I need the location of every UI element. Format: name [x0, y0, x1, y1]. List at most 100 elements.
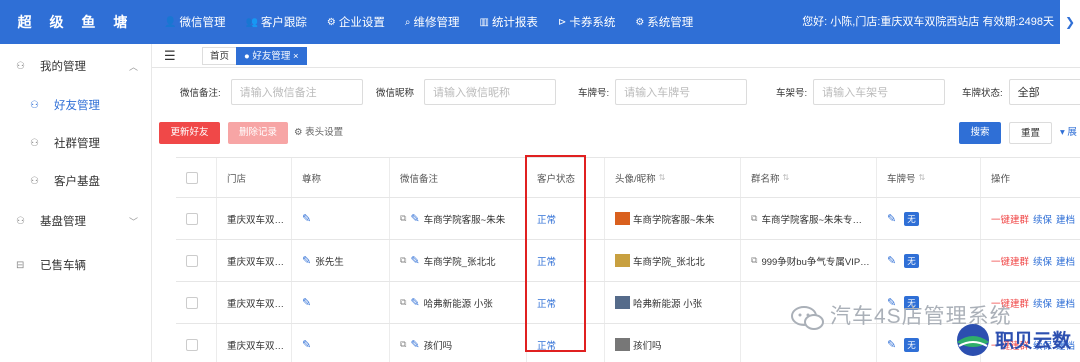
- edit-icon[interactable]: ✎: [410, 254, 419, 267]
- repair-icon: ⌕: [404, 16, 411, 28]
- edit-icon[interactable]: ✎: [887, 254, 896, 267]
- col-plate[interactable]: 车牌号 ⇅: [876, 158, 980, 197]
- col-avatar-nickname[interactable]: 头像/昵称 ⇅: [604, 158, 740, 197]
- base-icon: ⚇: [16, 215, 25, 227]
- copy-icon[interactable]: ⧉: [400, 255, 406, 266]
- renew-insurance-link[interactable]: 续保: [1033, 212, 1052, 226]
- copy-icon[interactable]: ⧉: [751, 213, 757, 224]
- edit-icon[interactable]: ✎: [302, 338, 311, 351]
- edit-icon[interactable]: ✎: [302, 254, 311, 267]
- store-cell: 重庆双车双…: [216, 282, 291, 323]
- row-checkbox[interactable]: [186, 212, 198, 225]
- user-info: 您好: 小陈,门店:重庆双车双院西站店 有效期:2498天: [802, 16, 1054, 28]
- wechat-note-cell: ⧉ ✎ 车商学院_张北北: [389, 240, 526, 281]
- tab-home[interactable]: 首页: [202, 47, 238, 65]
- chevron-right-icon[interactable]: ❯: [1060, 0, 1080, 44]
- customer-icon: ⚇: [30, 175, 39, 187]
- table-row: 重庆双车双… ✎ ⧉ ✎ 车商学院客服~朱朱 正常 车商学院客服~朱朱 ⧉ 车商学院客服~朱朱专…: [176, 198, 1080, 240]
- edit-icon[interactable]: ✎: [302, 296, 311, 309]
- watermark: 汽车4S店管理系统 职贝云数: [790, 300, 1080, 362]
- nav-repair-manage[interactable]: ⌕ 维修管理: [405, 14, 460, 30]
- table-row: 重庆双车双… ✎ 张先生 ⧉ ✎ 车商学院_张北北 正常 车商学院_张北北 ⧉ 999争财bu争气…: [176, 240, 1080, 282]
- wechat-note-cell: ⧉ ✎ 孩们吗: [389, 324, 526, 362]
- gear-icon: ⚙: [326, 16, 336, 28]
- sidebar-item-friend-manage[interactable]: ⚇ 好友管理: [30, 97, 100, 113]
- chevron-down-icon: ﹀: [128, 216, 138, 227]
- settings-icon: ⚙: [635, 16, 645, 28]
- col-title: 尊称: [291, 158, 389, 197]
- col-store: 门店: [216, 158, 291, 197]
- row-select-cell: [176, 282, 216, 323]
- follow-icon: 👥: [245, 16, 258, 28]
- plate-status-select[interactable]: 全部: [1008, 79, 1080, 105]
- select-all-cell: [176, 158, 216, 197]
- edit-icon[interactable]: ✎: [410, 296, 419, 309]
- copy-icon[interactable]: ⧉: [400, 297, 406, 308]
- edit-icon[interactable]: ✎: [887, 212, 896, 225]
- frame-input[interactable]: 请输入车架号: [813, 79, 946, 105]
- row-select-cell: [176, 240, 216, 281]
- sidebar-item-sold-vehicles[interactable]: ⊟ 已售车辆: [16, 257, 86, 273]
- row-checkbox[interactable]: [186, 296, 198, 309]
- copy-icon[interactable]: ⧉: [751, 255, 757, 266]
- community-icon: ⚇: [30, 137, 39, 149]
- renew-insurance-link[interactable]: 续保: [1033, 254, 1052, 268]
- nav-coupon-system[interactable]: ⊳ 卡券系统: [558, 14, 615, 30]
- edit-icon[interactable]: ✎: [410, 338, 419, 351]
- header-settings-button[interactable]: ⚙ 表头设置: [294, 122, 354, 144]
- sidebar-item-base-manage[interactable]: ⚇ 基盘管理 ﹀: [16, 213, 138, 229]
- group-name-cell: ⧉ 999争财bu争气专属VIP…: [740, 240, 876, 281]
- create-file-link[interactable]: 建档: [1056, 254, 1075, 268]
- create-file-link[interactable]: 建档: [1056, 212, 1075, 226]
- select-all-checkbox[interactable]: [186, 171, 198, 184]
- reset-button[interactable]: 重置: [1009, 122, 1052, 144]
- search-button[interactable]: 搜索: [959, 122, 1001, 144]
- sidebar: ⚇ 我的管理 ︿ ⚇ 好友管理 ⚇ 社群管理 ⚇ 客户基盘 ⚇ 基盘管理 ﹀ ⊟ 已售车辆: [0, 44, 152, 362]
- create-group-link[interactable]: 一键建群: [991, 254, 1029, 268]
- avatar-nickname-cell: 车商学院客服~朱朱: [604, 198, 740, 239]
- update-friends-button[interactable]: 更新好友: [159, 122, 220, 144]
- row-select-cell: [176, 198, 216, 239]
- nav-system-manage[interactable]: ⚙ 系统管理: [635, 14, 693, 30]
- row-checkbox[interactable]: [186, 254, 198, 267]
- app-logo: 超 级 鱼 塘: [17, 14, 135, 30]
- operations-cell: 一键建群 续保 建档: [980, 240, 1080, 281]
- wechat-note-cell: ⧉ ✎ 车商学院客服~朱朱: [389, 198, 526, 239]
- sort-icon: ⇅: [918, 173, 926, 182]
- title-cell: ✎: [291, 324, 389, 362]
- nav-wechat-manage[interactable]: 👤 微信管理: [164, 14, 225, 30]
- plate-input[interactable]: 请输入车牌号: [615, 79, 748, 105]
- plate-cell: ✎ 无: [876, 240, 980, 281]
- copy-icon[interactable]: ⧉: [400, 213, 406, 224]
- table-header: 门店 尊称 微信备注 客户状态 头像/昵称 ⇅ 群名称 ⇅ 车牌号 ⇅ 操作: [176, 158, 1080, 198]
- row-checkbox[interactable]: [186, 338, 198, 351]
- tab-friend-manage[interactable]: ● 好友管理 ×: [236, 47, 307, 65]
- col-group-name[interactable]: 群名称 ⇅: [740, 158, 876, 197]
- expand-button[interactable]: ▾ 展: [1060, 122, 1080, 144]
- sidebar-item-customer-base[interactable]: ⚇ 客户基盘: [30, 173, 100, 189]
- sidebar-item-my-manage[interactable]: ⚇ 我的管理 ︿: [16, 58, 138, 74]
- delete-records-button[interactable]: 删除记录: [228, 122, 288, 144]
- wechat-note-input[interactable]: 请输入微信备注: [230, 79, 363, 105]
- wechat-icon: [791, 306, 824, 330]
- sort-icon: ⇅: [782, 173, 790, 182]
- title-cell: ✎ 张先生: [291, 240, 389, 281]
- nav-stats-report[interactable]: ▥ 统计报表: [479, 14, 537, 30]
- menu-collapse-icon[interactable]: ☰: [164, 48, 176, 64]
- chevron-up-icon: ︿: [128, 61, 138, 72]
- sidebar-item-community-manage[interactable]: ⚇ 社群管理: [30, 135, 100, 151]
- avatar: [615, 338, 630, 351]
- wechat-nickname-input[interactable]: 请输入微信昵称: [424, 79, 557, 105]
- operations-cell: 一键建群 续保 建档: [980, 198, 1080, 239]
- nav-enterprise-settings[interactable]: ⚙ 企业设置: [327, 14, 385, 30]
- nav-customer-follow[interactable]: 👥 客户跟踪: [245, 14, 306, 30]
- avatar: [615, 296, 630, 309]
- copy-icon[interactable]: ⧉: [400, 339, 406, 350]
- edit-icon[interactable]: ✎: [410, 212, 419, 225]
- title-cell: ✎: [291, 198, 389, 239]
- create-group-link[interactable]: 一键建群: [991, 212, 1029, 226]
- avatar: [615, 212, 630, 225]
- coupon-icon: ⊳: [557, 16, 567, 28]
- col-wechat-note: 微信备注: [389, 158, 526, 197]
- edit-icon[interactable]: ✎: [302, 212, 311, 225]
